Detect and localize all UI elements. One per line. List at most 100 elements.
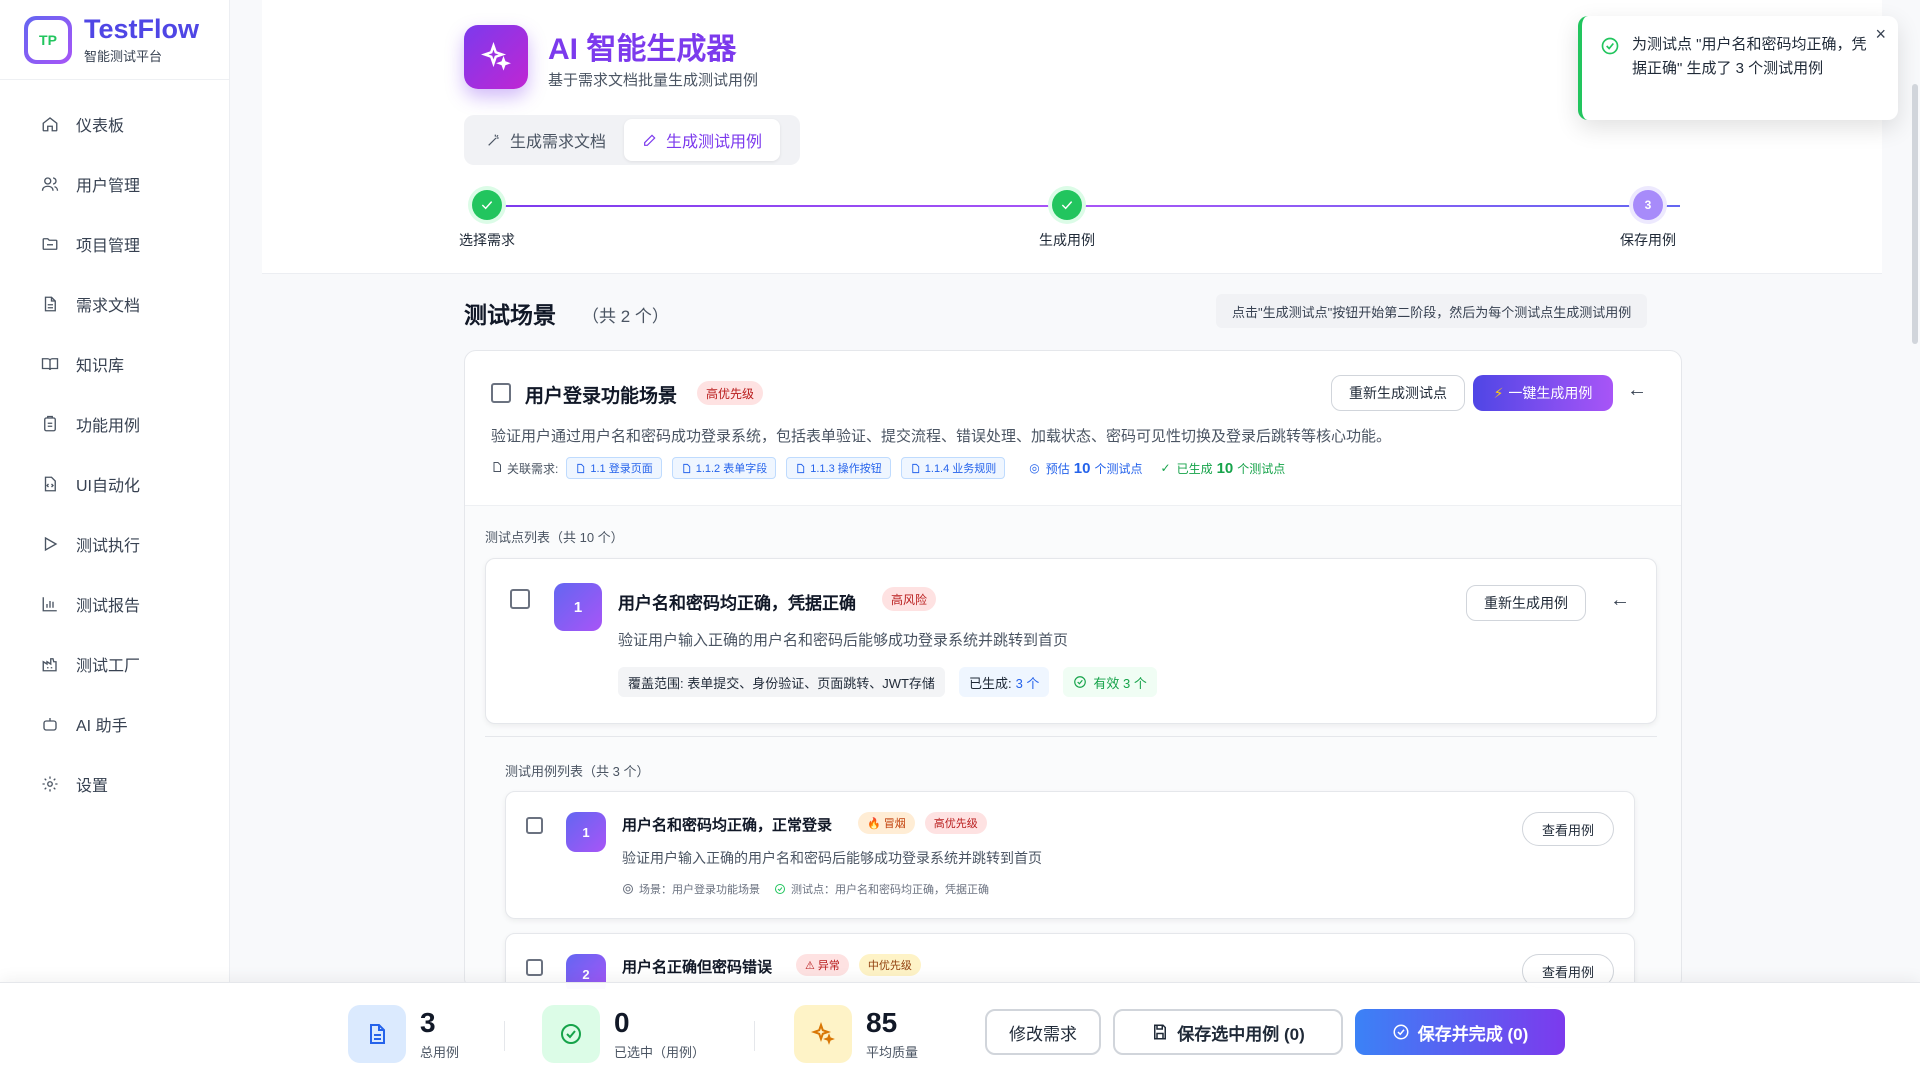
toast-message: 为测试点 "用户名和密码均正确，凭据正确" 生成了 3 个测试用例 xyxy=(1632,36,1867,77)
document-icon xyxy=(682,463,690,473)
check-circle-icon xyxy=(1393,1024,1409,1040)
scenario-card: 用户登录功能场景 高优先级 重新生成测试点 ⚡ 一键生成用例 ← 验证用户通过用… xyxy=(464,350,1682,990)
sidebar-item-label: 功能用例 xyxy=(76,418,141,435)
mode-tabs: 生成需求文档 生成测试用例 xyxy=(464,115,800,165)
stat-value: 3 xyxy=(420,1006,436,1038)
button-label: 保存并完成 (0) xyxy=(1417,1024,1529,1044)
test-case-checkbox[interactable] xyxy=(526,959,543,976)
sidebar-item-test-execution[interactable]: 测试执行 xyxy=(0,514,229,574)
sidebar-item-knowledge[interactable]: 知识库 xyxy=(0,334,229,394)
stat-value: 85 xyxy=(866,1006,898,1038)
requirement-tag[interactable]: 1.1 登录页面 xyxy=(566,457,662,479)
brand-subtitle: 智能测试平台 xyxy=(84,49,163,64)
clipboard-icon xyxy=(40,414,60,434)
divider xyxy=(485,736,1657,737)
estimate-suffix: 个测试点 xyxy=(1094,461,1143,476)
divider xyxy=(504,1021,505,1051)
generate-all-cases-button[interactable]: ⚡ 一键生成用例 xyxy=(1473,375,1613,411)
check-circle-icon xyxy=(542,1005,600,1063)
brand-title: TestFlow xyxy=(84,14,200,44)
document-icon xyxy=(491,461,507,476)
priority-badge: 高优先级 xyxy=(697,381,764,405)
sidebar-item-ai-assistant[interactable]: AI 助手 xyxy=(0,694,229,754)
sidebar-item-test-report[interactable]: 测试报告 xyxy=(0,574,229,634)
sidebar-item-functional-cases[interactable]: 功能用例 xyxy=(0,394,229,454)
sidebar-item-dashboard[interactable]: 仪表板 xyxy=(0,94,229,154)
play-icon xyxy=(40,534,60,554)
code-file-icon xyxy=(40,474,60,494)
requirement-tag[interactable]: 1.1.3 操作按钮 xyxy=(786,457,891,479)
scenario-title: 用户登录功能场景 xyxy=(525,386,678,407)
type-label: 冒烟 xyxy=(883,818,906,830)
page-scrollbar[interactable] xyxy=(1912,84,1918,344)
folder-icon xyxy=(40,234,60,254)
coverage-chip: 覆盖范围: 表单提交、身份验证、页面跳转、JWT存储 xyxy=(618,667,945,697)
sidebar-item-settings[interactable]: 设置 xyxy=(0,754,229,814)
sidebar-item-label: AI 助手 xyxy=(76,718,128,735)
sparkles-icon xyxy=(464,25,528,89)
save-and-finish-button[interactable]: 保存并完成 (0) xyxy=(1355,1009,1565,1055)
stat-value: 0 xyxy=(614,1006,630,1038)
collapse-arrow-icon[interactable]: ← xyxy=(1627,379,1647,402)
bar-chart-icon xyxy=(40,594,60,614)
users-icon xyxy=(40,174,60,194)
regenerate-cases-button[interactable]: 重新生成用例 xyxy=(1466,585,1586,621)
test-case-meta: 场景：用户登录功能场景 测试点：用户名和密码均正确，凭据正确 xyxy=(622,881,989,897)
fire-icon: 🔥 xyxy=(867,817,881,830)
wand-icon xyxy=(488,134,499,146)
sidebar: TP TestFlow 智能测试平台 仪表板 用户管理 项目管理 需求文档 知识… xyxy=(0,0,230,1080)
sidebar-item-projects[interactable]: 项目管理 xyxy=(0,214,229,274)
save-icon xyxy=(1154,1024,1167,1040)
view-case-button[interactable]: 查看用例 xyxy=(1522,812,1614,846)
sidebar-item-label: 设置 xyxy=(76,778,109,795)
scenario-body: 测试点列表（共 10 个） 1 用户名和密码均正确，凭据正确 高风险 重新生成用… xyxy=(465,506,1681,989)
sidebar-item-label: 用户管理 xyxy=(76,178,141,195)
lightning-icon: ⚡ xyxy=(1493,384,1504,401)
generated-prefix: 已生成 xyxy=(1176,461,1213,476)
sidebar-item-label: UI自动化 xyxy=(76,478,141,495)
sidebar-item-ui-automation[interactable]: UI自动化 xyxy=(0,454,229,514)
collapse-arrow-icon[interactable]: ← xyxy=(1610,589,1630,612)
scenario-description: 验证用户通过用户名和密码成功登录系统，包括表单验证、提交流程、错误处理、加载状态… xyxy=(491,428,1392,445)
test-case-title: 用户名正确但密码错误 xyxy=(622,959,773,976)
check-circle-icon xyxy=(775,884,785,894)
test-point-checkbox[interactable] xyxy=(510,589,530,609)
step-number: 3 xyxy=(1633,190,1663,220)
home-icon xyxy=(40,114,60,134)
step-select-requirement: 选择需求 xyxy=(459,190,515,250)
generated-value: 10 xyxy=(1216,459,1234,477)
requirement-tag-label: 1.1 登录页面 xyxy=(590,463,653,475)
sidebar-item-test-factory[interactable]: 测试工厂 xyxy=(0,634,229,694)
edit-requirements-button[interactable]: 修改需求 xyxy=(985,1009,1101,1055)
check-circle-icon xyxy=(472,190,502,220)
valid-chip: 有效 3 个 xyxy=(1063,667,1157,697)
close-icon[interactable]: × xyxy=(1875,24,1886,45)
sidebar-item-label: 仪表板 xyxy=(76,118,125,135)
tab-generate-requirements[interactable]: 生成需求文档 xyxy=(468,119,624,161)
sparkles-icon xyxy=(794,1005,852,1063)
stat-label: 已选中（用例） xyxy=(614,1044,706,1060)
target-icon: ◎ xyxy=(1029,461,1040,475)
scenario-checkbox[interactable] xyxy=(491,383,511,403)
sidebar-item-users[interactable]: 用户管理 xyxy=(0,154,229,214)
bot-icon xyxy=(40,714,60,734)
test-case-badges: 🔥 冒烟 高优先级 xyxy=(858,812,997,834)
document-icon xyxy=(577,463,585,473)
sidebar-nav: 仪表板 用户管理 项目管理 需求文档 知识库 功能用例 UI自动化 测试执行 测… xyxy=(0,94,229,814)
requirement-tag-label: 1.1.3 操作按钮 xyxy=(810,463,882,475)
regenerate-test-points-button[interactable]: 重新生成测试点 xyxy=(1331,375,1465,411)
save-selected-button[interactable]: 保存选中用例 (0) xyxy=(1113,1009,1343,1055)
tab-generate-test-cases[interactable]: 生成测试用例 xyxy=(624,119,781,161)
valid-count: 有效 3 个 xyxy=(1093,675,1147,691)
brand[interactable]: TP TestFlow 智能测试平台 xyxy=(0,0,229,80)
generated-label: 已生成: xyxy=(968,675,1012,691)
step-label: 生成用例 xyxy=(1039,232,1095,248)
requirement-tag[interactable]: 1.1.2 表单字段 xyxy=(671,457,777,479)
sidebar-item-label: 测试报告 xyxy=(76,598,141,615)
requirement-tag[interactable]: 1.1.4 业务规则 xyxy=(900,457,1006,479)
test-case-checkbox[interactable] xyxy=(526,817,543,834)
stat-avg-quality: 85 平均质量 xyxy=(794,1005,918,1063)
sidebar-item-requirements[interactable]: 需求文档 xyxy=(0,274,229,334)
section-hint: 点击"生成测试点"按钮开始第二阶段，然后为每个测试点生成测试用例 xyxy=(1216,294,1648,328)
test-case-number: 1 xyxy=(566,812,606,852)
